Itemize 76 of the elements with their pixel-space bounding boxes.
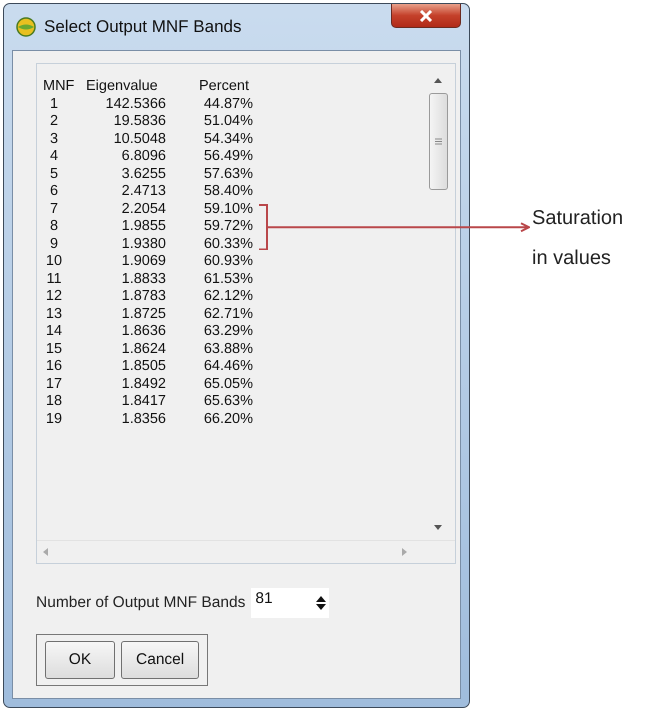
spin-arrows-icon[interactable]	[315, 594, 328, 612]
globe-icon	[16, 17, 36, 37]
table-cell-text: 3	[48, 130, 60, 148]
table-cell-text: 1.8505	[120, 358, 166, 376]
table-cell-text: 63.29%	[202, 323, 253, 340]
table-cell-text: 17	[44, 376, 64, 393]
table-cell-text: 64.46%	[202, 358, 253, 376]
table-cell-text: 1.8417	[120, 393, 166, 410]
table-cell-text: 13	[44, 306, 64, 323]
scroll-up-icon[interactable]	[434, 78, 442, 83]
grip-icon	[434, 138, 442, 145]
table-cell-text: 6.8096	[120, 148, 166, 166]
table-cell-text: 1.8492	[120, 376, 166, 393]
table-cell-text: 2	[48, 113, 60, 130]
table-cell-text: 8	[48, 218, 60, 236]
table-cell-text: 59.10%	[202, 200, 253, 218]
close-icon	[419, 10, 433, 22]
table-cell-text: 1.8356	[120, 410, 166, 428]
table-cell-text: 1.9855	[120, 218, 166, 236]
scroll-down-icon[interactable]	[434, 525, 442, 530]
table-cell-text: 9	[48, 236, 60, 253]
table-cell-text: 14	[44, 323, 64, 340]
table-cell-text: 1.8783	[120, 288, 166, 306]
table-cell-text: 60.33%	[202, 236, 253, 253]
table-cell-text: 62.12%	[202, 288, 253, 306]
table-cell-text: 142.5366	[104, 96, 166, 113]
band-count-spinner[interactable]: 81	[251, 588, 330, 618]
table-cell-text: 44.87%	[202, 96, 253, 113]
table-cell-text: 59.72%	[202, 218, 253, 236]
table-cell-text: 60.93%	[202, 253, 253, 270]
table-cell-text: 1.9069	[120, 253, 166, 270]
table-cell-text: 54.34%	[202, 130, 253, 148]
table-cell-text: 10.5048	[112, 130, 166, 148]
table-cell-text: 61.53%	[202, 270, 253, 288]
close-button[interactable]	[391, 4, 461, 28]
window-title: Select Output MNF Bands	[44, 17, 242, 37]
table-cell-text: 65.63%	[202, 393, 253, 410]
table-cell-text: 57.63%	[202, 166, 253, 183]
scroll-left-icon[interactable]	[43, 548, 48, 556]
table-cell-text: 1.8624	[120, 340, 166, 358]
annotation-text: Saturation in values	[532, 206, 624, 271]
table-cell-text: 62.71%	[202, 306, 253, 323]
column-header: Eigenvalue	[86, 78, 159, 96]
table-cell-text: 1.8636	[120, 323, 166, 340]
table-cell-text: 51.04%	[202, 113, 253, 130]
table-cell-text: 58.40%	[202, 183, 253, 200]
dialog-button[interactable]: OK	[45, 641, 115, 679]
table-cell-text: 2.4713	[120, 183, 166, 200]
dialog-button[interactable]: Cancel	[121, 641, 200, 679]
table-cell-text: 15	[44, 340, 64, 358]
table-cell-text: 12	[44, 288, 64, 306]
table-cell-text: 63.88%	[202, 340, 253, 358]
table-cell-text: 1.8725	[120, 306, 166, 323]
table-cell-text: 18	[44, 393, 64, 410]
column-header: MNF	[43, 78, 76, 96]
table-cell-text: 66.20%	[202, 410, 253, 428]
table-cell-text: 1.8833	[120, 270, 166, 288]
table-cell-text: 1.9380	[120, 236, 166, 253]
table-cell-text: 5	[48, 166, 60, 183]
table-cell-text: 6	[48, 183, 60, 200]
scroll-thumb[interactable]	[428, 93, 448, 190]
table-cell-text: 7	[48, 200, 60, 218]
table-cell-text: 3.6255	[120, 166, 166, 183]
table-cell-text: 56.49%	[202, 148, 253, 166]
table-cell-text: 19.5836	[112, 113, 166, 130]
scroll-right-icon[interactable]	[402, 548, 407, 556]
table-cell-text: 10	[44, 253, 64, 270]
table-cell-text: 1	[48, 96, 60, 113]
table-cell-text: 4	[48, 148, 60, 166]
band-count-label: Number of Output MNF Bands	[36, 594, 246, 612]
table-cell-text: 19	[44, 410, 64, 428]
table-cell-text: 65.05%	[202, 376, 253, 393]
table-cell-text: 2.2054	[120, 200, 166, 218]
table-cell-text: 11	[45, 270, 63, 288]
table-cell-text: 16	[44, 358, 64, 376]
column-header: Percent	[199, 78, 250, 96]
